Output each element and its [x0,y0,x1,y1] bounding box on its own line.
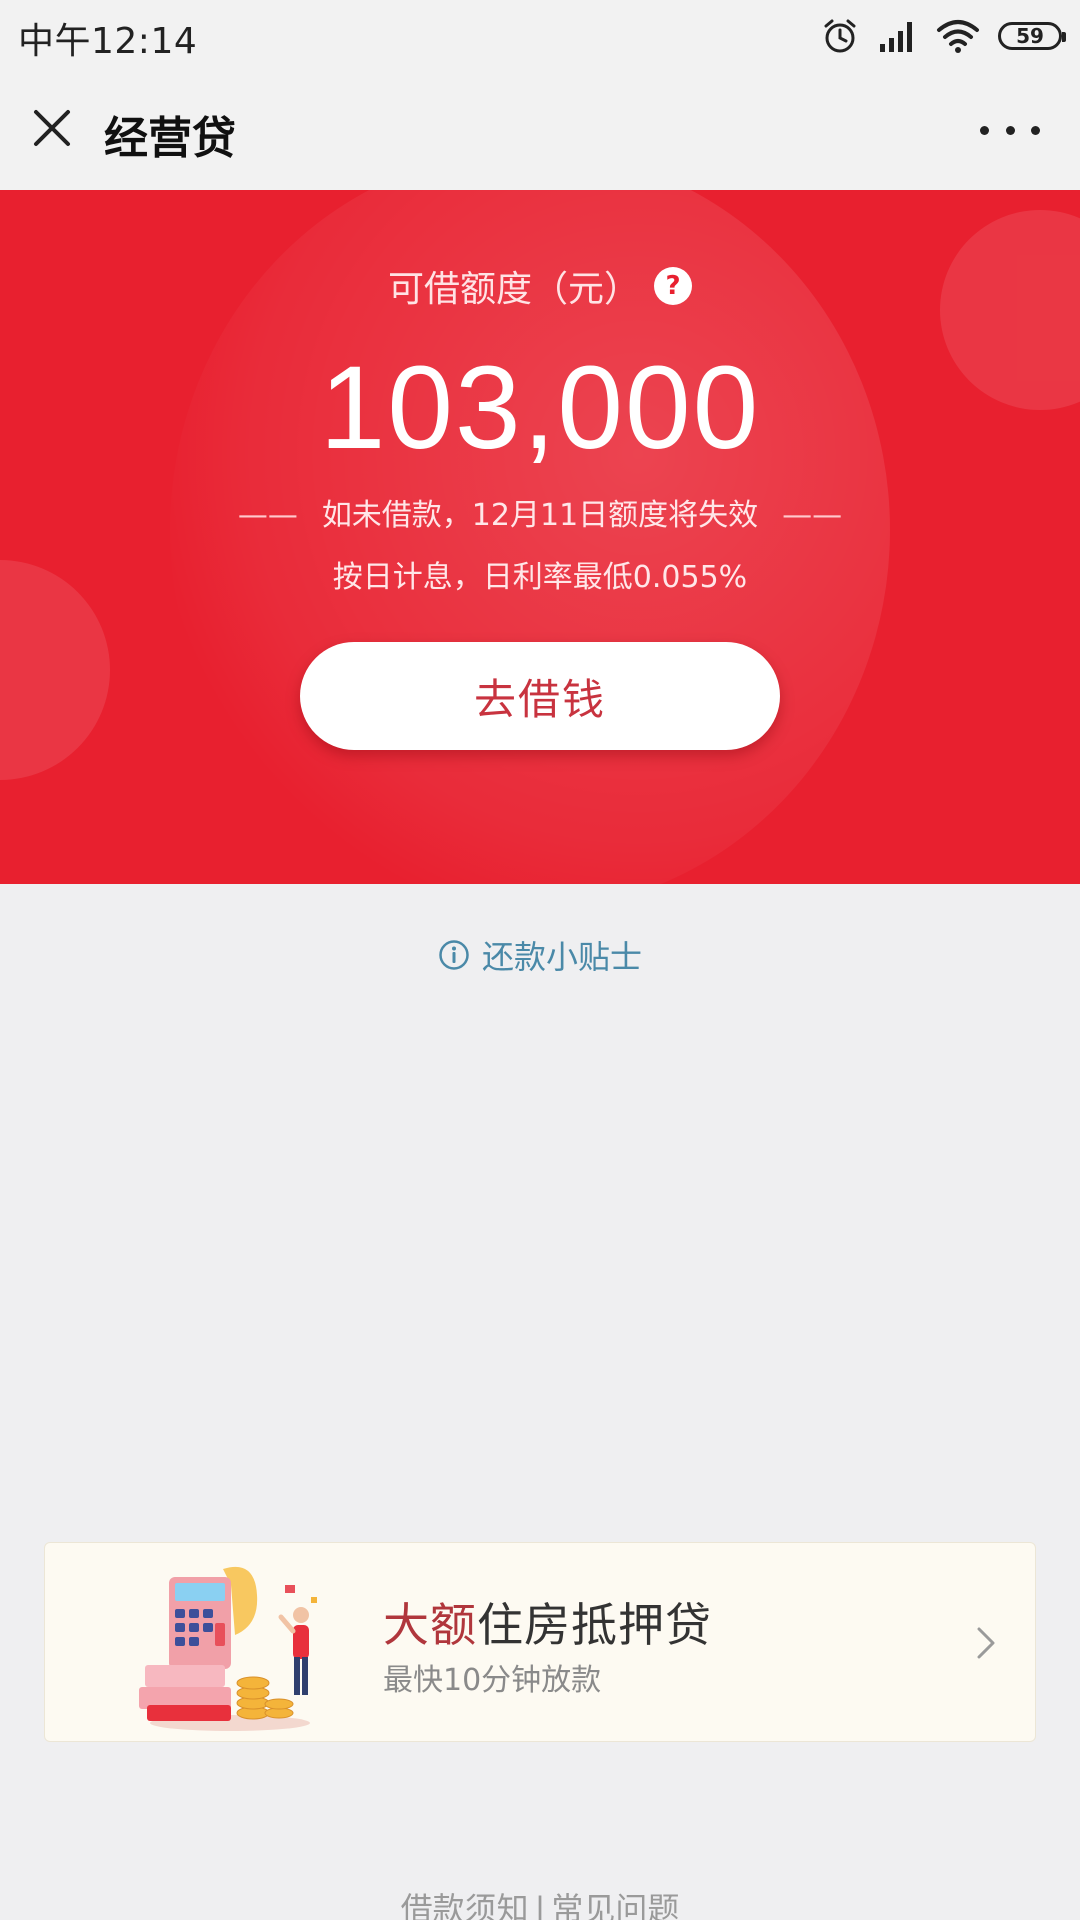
more-button[interactable] [980,112,1040,148]
notice-dash-right: —— [782,498,843,533]
nav-bar: 经营贷 [0,72,1080,190]
status-icons: 59 [820,14,1066,58]
status-bar: 中午12:14 59 [0,0,1080,72]
faq-link[interactable]: 常见问题 [551,1890,679,1920]
alarm-icon [824,19,856,53]
credit-hero: 可借额度（元） ? 103,000 —— 如未借款，12月11日额度将失效 —— 按… [0,190,1080,884]
page-title: 经营贷 [104,113,236,164]
interest-rate-text: 按日计息，日利率最低0.055% [332,560,748,595]
status-time: 中午12:14 [18,21,198,62]
credit-amount: 103,000 [319,342,761,474]
info-icon [439,940,469,970]
mortgage-loan-card[interactable]: 大额住房抵押贷 最快10分钟放款 [44,1542,1036,1742]
credit-label: 可借额度（元） [387,269,640,310]
more-icon-dot [1031,125,1040,135]
wifi-icon [937,20,979,53]
page: 中午12:14 59 经营贷 可借额度（元） ? 103,000 —— 如未借款… [0,0,1080,1920]
expiry-notice-text: 如未借款，12月11日额度将失效 [321,498,759,533]
close-icon [34,110,70,146]
promo-subtitle: 最快10分钟放款 [383,1663,602,1698]
promo-title-rest: 住房抵押贷 [477,1598,712,1652]
footer-separator: | [534,1890,546,1920]
promo-title-accent: 大额 [383,1598,477,1652]
expiry-notice: —— 如未借款，12月11日额度将失效 —— [0,490,1080,534]
battery-icon: 59 [998,22,1066,50]
battery-level: 59 [1016,24,1044,48]
borrow-button[interactable]: 去借钱 [300,642,780,750]
footer-links: 借款须知 | 常见问题 [0,1884,1080,1920]
calculator-money-illustration [139,1566,317,1731]
repay-tips-link[interactable]: 还款小贴士 [0,932,1080,978]
repay-tips-label: 还款小贴士 [481,938,642,976]
signal-icon [880,22,912,52]
more-icon-dot [980,125,989,135]
loan-notice-link[interactable]: 借款须知 [401,1890,529,1920]
close-button[interactable] [28,104,76,152]
help-icon[interactable]: ? [654,267,692,305]
notice-dash-left: —— [237,498,298,533]
credit-label-row: 可借额度（元） ? [0,260,1080,312]
chevron-right-icon [977,1627,995,1659]
promo-title: 大额住房抵押贷 [383,1589,712,1655]
more-icon-dot [1005,125,1015,135]
